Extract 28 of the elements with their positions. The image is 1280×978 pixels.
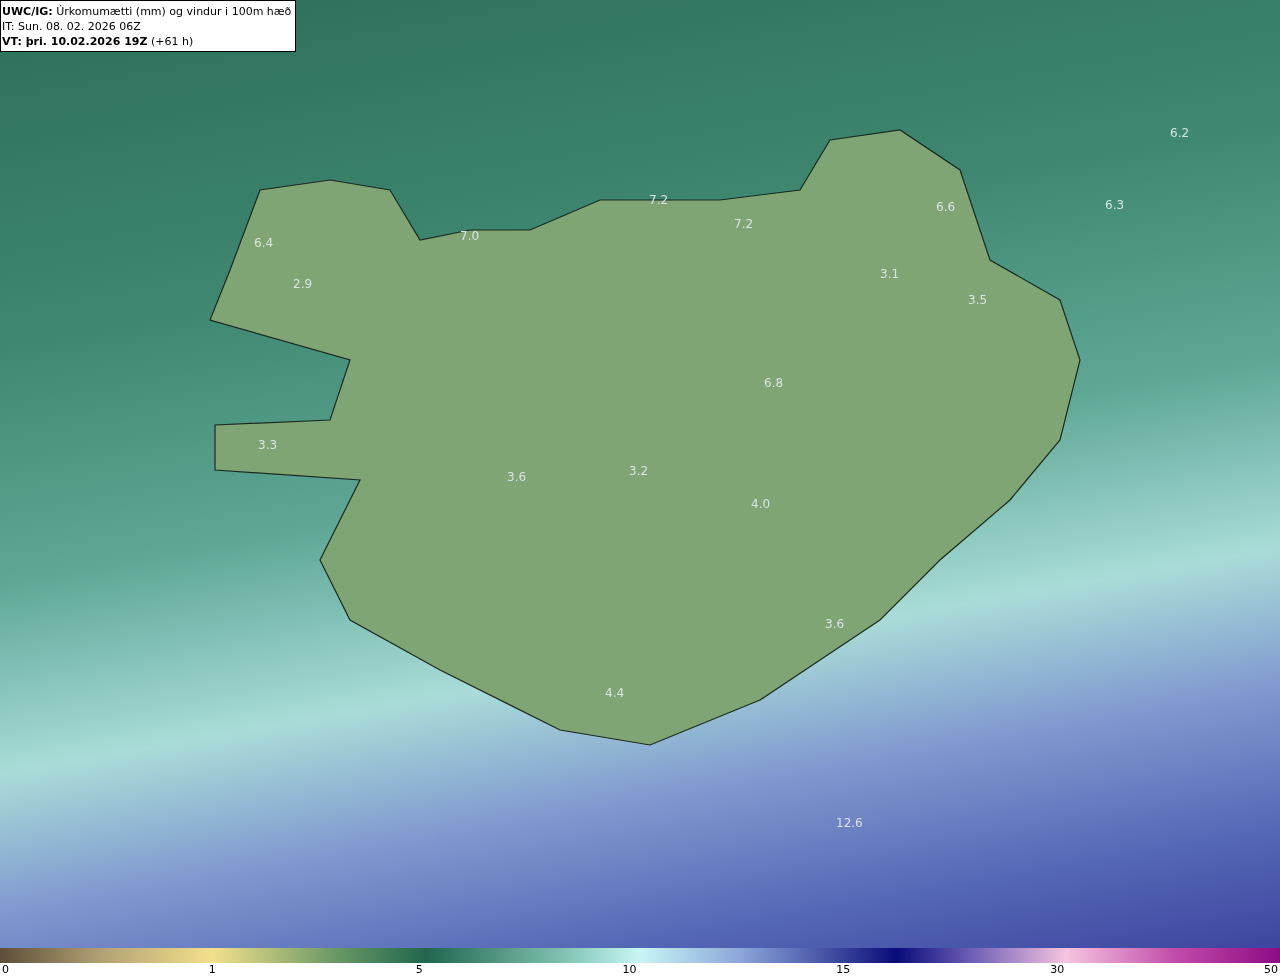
map-value-label: 4.4 <box>605 686 625 700</box>
scale-tick-label: 10 <box>622 963 637 976</box>
map-value-label: 3.6 <box>825 617 845 631</box>
scale-tick-label: 50 <box>1263 963 1278 976</box>
map-value-label: 7.2 <box>649 193 669 207</box>
map-value-label: 2.9 <box>293 277 313 291</box>
map-value-label: 3.2 <box>629 464 649 478</box>
map-value-label: 6.6 <box>936 200 956 214</box>
map-value-label: 7.0 <box>460 229 480 243</box>
map-value-label: 6.3 <box>1105 198 1125 212</box>
map-value-label: 3.1 <box>880 267 900 281</box>
map-value-label: 4.0 <box>751 497 771 511</box>
scale-tick-label: 30 <box>1050 963 1065 976</box>
map-value-label: 6.4 <box>254 236 274 250</box>
map-value-label: 3.5 <box>968 293 988 307</box>
map-value-label: 7.2 <box>734 217 754 231</box>
map-value-label: 3.6 <box>507 470 527 484</box>
map-value-label: 12.6 <box>836 816 863 830</box>
map-value-label: 3.3 <box>258 438 278 452</box>
map-title: UWC/IG: Úrkomumætti (mm) og vindur i 100m hæð <box>2 4 292 19</box>
map-value-label: 6.2 <box>1170 126 1190 140</box>
initial-time: IT: Sun. 08. 02. 2026 06Z <box>2 19 142 34</box>
valid-time: VT: þri. 10.02.2026 19Z (+61 h) <box>2 34 195 49</box>
scale-tick-label: 1 <box>208 963 216 976</box>
scale-tick-label: 5 <box>415 963 423 976</box>
scale-tick-label: 0 <box>2 963 9 976</box>
map-value-label: 6.8 <box>764 376 784 390</box>
scale-tick-label: 15 <box>836 963 851 976</box>
